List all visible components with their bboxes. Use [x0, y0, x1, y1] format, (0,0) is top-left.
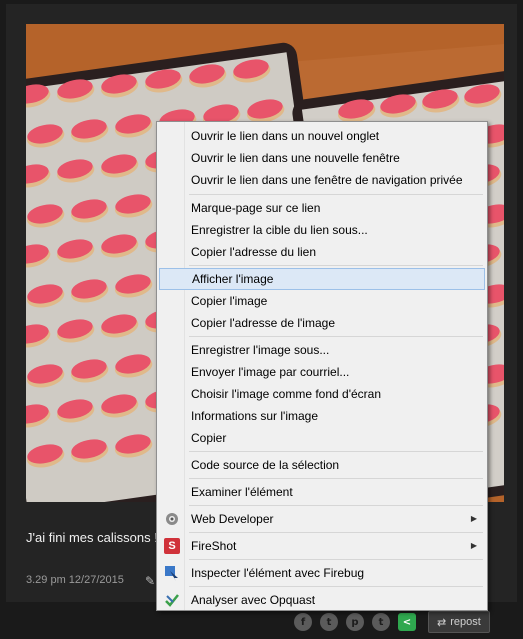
menu-item-copy-image-address[interactable]: Copier l'adresse de l'image — [159, 312, 485, 334]
gear-icon — [164, 511, 180, 527]
menu-separator — [189, 451, 483, 452]
context-menu: Ouvrir le lien dans un nouvel onglet Ouv… — [156, 121, 488, 611]
submenu-arrow-icon: ▶ — [470, 541, 477, 550]
repost-icon: ⇄ — [437, 616, 447, 629]
tumblr-icon[interactable]: t — [372, 613, 390, 631]
menu-item-label: Ouvrir le lien dans un nouvel onglet — [191, 129, 380, 143]
menu-item-label: Envoyer l'image par courriel... — [191, 365, 350, 379]
menu-item-view-image[interactable]: Afficher l'image — [159, 268, 485, 290]
menu-item-copy[interactable]: Copier — [159, 427, 485, 449]
menu-separator — [189, 265, 483, 266]
menu-item-email-image[interactable]: Envoyer l'image par courriel... — [159, 361, 485, 383]
menu-item-label: Inspecter l'élément avec Firebug — [191, 566, 365, 580]
menu-item-opquast[interactable]: Analyser avec Opquast — [159, 589, 485, 611]
menu-separator — [189, 586, 483, 587]
menu-item-view-selection-source[interactable]: Code source de la sélection — [159, 454, 485, 476]
menu-item-open-new-tab[interactable]: Ouvrir le lien dans un nouvel onglet — [159, 125, 485, 147]
pinterest-icon[interactable]: p — [346, 613, 364, 631]
menu-item-label: Marque-page sur ce lien — [191, 201, 321, 215]
menu-item-label: Examiner l'élément — [191, 485, 293, 499]
menu-separator — [189, 505, 483, 506]
menu-item-label: Analyser avec Opquast — [191, 593, 316, 607]
repost-label: repost — [450, 616, 481, 628]
menu-item-label: Informations sur l'image — [191, 409, 319, 423]
pencil-icon[interactable]: ✎ — [145, 574, 155, 588]
menu-item-label: Copier l'adresse du lien — [191, 245, 317, 259]
menu-item-open-private-window[interactable]: Ouvrir le lien dans une fenêtre de navig… — [159, 169, 485, 191]
menu-item-bookmark-link[interactable]: Marque-page sur ce lien — [159, 197, 485, 219]
facebook-icon[interactable]: f — [294, 613, 312, 631]
share-icon[interactable]: < — [398, 613, 416, 631]
menu-item-label: Code source de la sélection — [191, 458, 340, 472]
menu-separator — [189, 194, 483, 195]
menu-item-inspect-element[interactable]: Examiner l'élément — [159, 481, 485, 503]
menu-separator — [189, 532, 483, 533]
menu-item-label: Enregistrer la cible du lien sous... — [191, 223, 368, 237]
post-timestamp: 3.29 pm 12/27/2015 — [26, 574, 124, 586]
menu-item-label: FireShot — [191, 539, 237, 553]
menu-item-copy-image[interactable]: Copier l'image — [159, 290, 485, 312]
menu-item-firebug-inspect[interactable]: Inspecter l'élément avec Firebug — [159, 562, 485, 584]
menu-item-label: Ouvrir le lien dans une nouvelle fenêtre — [191, 151, 400, 165]
menu-separator — [189, 478, 483, 479]
menu-item-label: Copier l'adresse de l'image — [191, 316, 335, 330]
action-bar: f t p t < ⇄ repost — [294, 610, 490, 634]
menu-item-web-developer[interactable]: Web Developer ▶ — [159, 508, 485, 530]
menu-item-open-new-window[interactable]: Ouvrir le lien dans une nouvelle fenêtre — [159, 147, 485, 169]
twitter-icon[interactable]: t — [320, 613, 338, 631]
menu-item-label: Choisir l'image comme fond d'écran — [191, 387, 381, 401]
menu-item-set-desktop-background[interactable]: Choisir l'image comme fond d'écran — [159, 383, 485, 405]
menu-item-fireshot[interactable]: S FireShot ▶ — [159, 535, 485, 557]
menu-item-image-info[interactable]: Informations sur l'image — [159, 405, 485, 427]
repost-button[interactable]: ⇄ repost — [428, 611, 490, 633]
firebug-icon — [164, 565, 180, 581]
menu-item-label: Copier — [191, 431, 227, 445]
menu-separator — [189, 336, 483, 337]
post-caption: J'ai fini mes calissons ! — [26, 530, 158, 545]
menu-item-label: Web Developer — [191, 512, 274, 526]
opquast-icon — [164, 592, 180, 608]
menu-item-save-image[interactable]: Enregistrer l'image sous... — [159, 339, 485, 361]
submenu-arrow-icon: ▶ — [470, 514, 477, 523]
menu-separator — [189, 559, 483, 560]
menu-item-label: Afficher l'image — [192, 272, 274, 286]
menu-item-copy-link-address[interactable]: Copier l'adresse du lien — [159, 241, 485, 263]
fireshot-icon: S — [164, 538, 180, 554]
menu-item-save-link-target[interactable]: Enregistrer la cible du lien sous... — [159, 219, 485, 241]
menu-item-label: Copier l'image — [191, 294, 268, 308]
menu-item-label: Ouvrir le lien dans une fenêtre de navig… — [191, 173, 463, 187]
menu-item-label: Enregistrer l'image sous... — [191, 343, 330, 357]
